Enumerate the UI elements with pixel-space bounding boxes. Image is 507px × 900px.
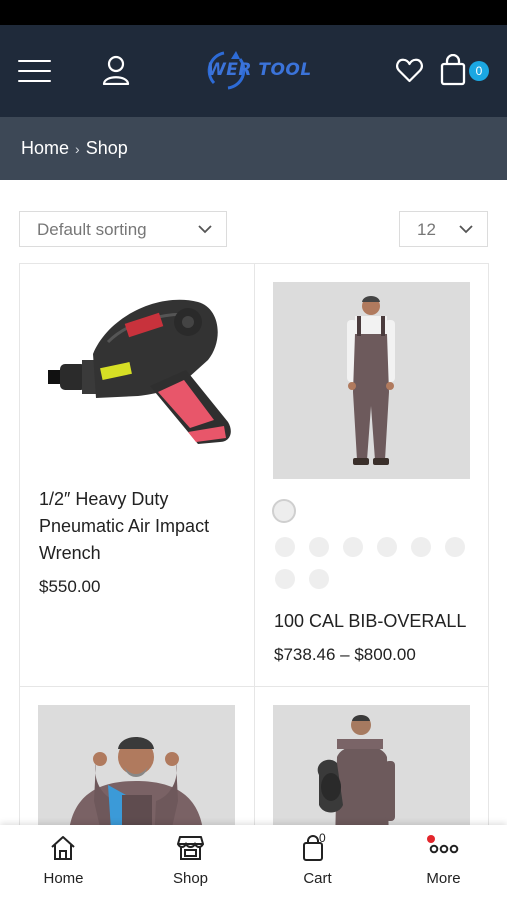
- site-header: WER TOOL 0: [0, 25, 507, 117]
- store-icon: [177, 836, 204, 860]
- product-grid: 1/2″ Heavy Duty Pneumatic Air Impact Wre…: [19, 263, 489, 827]
- nav-cart-count: 0: [319, 831, 326, 845]
- nav-cart-label: Cart: [303, 870, 332, 887]
- breadcrumb: Home › Shop: [21, 138, 128, 159]
- cart-bag-icon[interactable]: [440, 54, 466, 86]
- bottom-navigation: Home Shop Cart 0 More: [0, 825, 507, 900]
- chevron-down-icon: [459, 225, 473, 234]
- nav-more[interactable]: More: [380, 825, 507, 900]
- product-title-line: 1/2″ Heavy Duty: [39, 489, 169, 509]
- product-card[interactable]: [255, 687, 489, 827]
- nav-cart[interactable]: Cart: [254, 825, 381, 900]
- nav-home[interactable]: Home: [0, 825, 127, 900]
- account-icon[interactable]: [102, 55, 130, 85]
- nav-home-label: Home: [43, 870, 84, 887]
- breadcrumb-current: Shop: [85, 138, 128, 158]
- breadcrumb-separator: ›: [75, 140, 80, 157]
- chevron-down-icon: [198, 225, 212, 234]
- product-title[interactable]: 100 CAL BIB-OVERALL: [274, 608, 466, 635]
- color-swatch[interactable]: [275, 537, 295, 557]
- product-price: $550.00: [39, 577, 101, 596]
- product-card[interactable]: 1/2″ Heavy Duty Pneumatic Air Impact Wre…: [20, 264, 255, 687]
- wishlist-icon[interactable]: [396, 58, 423, 83]
- color-swatch[interactable]: [275, 569, 295, 589]
- product-card[interactable]: 100 CAL BIB-OVERALL $738.46 – $800.00: [255, 264, 489, 687]
- product-card[interactable]: [20, 687, 255, 827]
- product-title-line: 100 CAL BIB-OVERALL: [274, 611, 467, 631]
- product-image-jacket[interactable]: [38, 705, 235, 827]
- product-title[interactable]: 1/2″ Heavy Duty Pneumatic Air Impact Wre…: [39, 486, 209, 567]
- logo-text: WER TOOL: [207, 60, 312, 80]
- nav-more-label: More: [426, 870, 461, 887]
- color-swatch[interactable]: [377, 537, 397, 557]
- color-swatch[interactable]: [445, 537, 465, 557]
- color-swatch[interactable]: [272, 499, 296, 523]
- color-swatch[interactable]: [411, 537, 431, 557]
- menu-icon[interactable]: [18, 59, 51, 83]
- notification-dot: [427, 835, 435, 843]
- breadcrumb-home-link[interactable]: Home: [21, 138, 69, 159]
- nav-shop[interactable]: Shop: [127, 825, 254, 900]
- color-swatch[interactable]: [343, 537, 363, 557]
- cart-count-badge: 0: [469, 61, 489, 81]
- per-page-value: 12: [417, 220, 436, 239]
- product-image-suit-helmet[interactable]: [273, 705, 470, 827]
- product-image-impact-wrench[interactable]: [38, 282, 235, 479]
- product-image-bib-overall[interactable]: [273, 282, 470, 479]
- color-swatch[interactable]: [309, 569, 329, 589]
- status-bar: [0, 0, 507, 25]
- breadcrumb-bar: Home › Shop: [0, 117, 507, 180]
- home-icon: [51, 836, 75, 860]
- nav-shop-label: Shop: [172, 870, 209, 887]
- product-title-line: Pneumatic Air Impact: [39, 516, 210, 536]
- color-swatch[interactable]: [309, 537, 329, 557]
- sort-select-value: Default sorting: [37, 220, 147, 239]
- sort-select[interactable]: Default sorting: [19, 211, 227, 247]
- product-title-line: Wrench: [39, 543, 101, 563]
- product-price: $738.46 – $800.00: [274, 645, 416, 664]
- per-page-select[interactable]: 12: [399, 211, 488, 247]
